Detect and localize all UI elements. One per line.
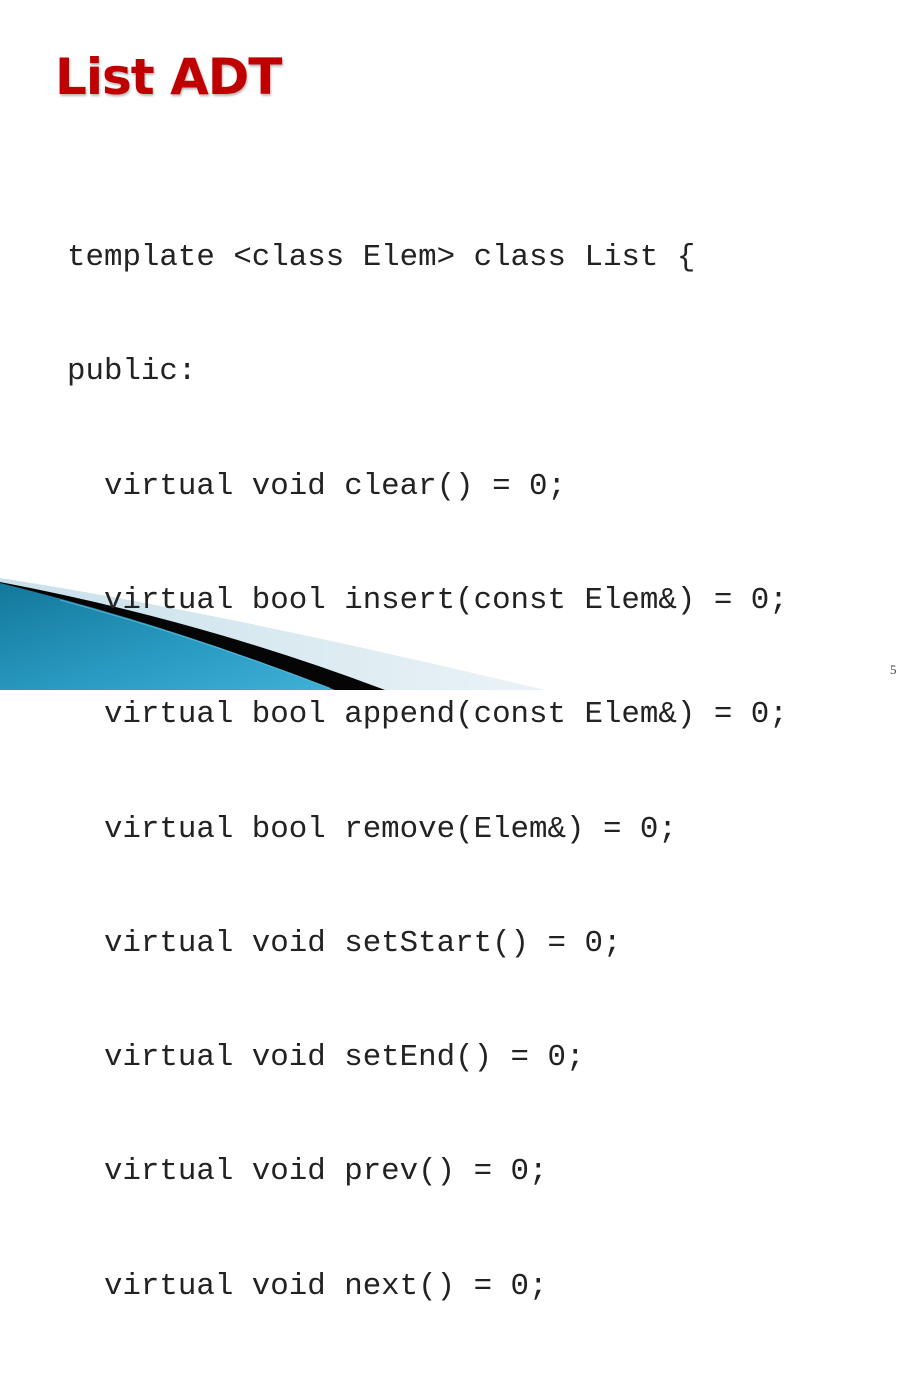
- code-line: virtual void prev() = 0;: [67, 1154, 548, 1190]
- code-line: virtual void setEnd() = 0;: [67, 1040, 585, 1076]
- slide: List ADT template <class Elem> class Lis…: [0, 0, 920, 1304]
- code-line: virtual bool append(const Elem&) = 0;: [67, 697, 788, 733]
- code-line: virtual void setStart() = 0;: [67, 925, 622, 961]
- code-line: public:: [67, 354, 197, 390]
- code-block: template <class Elem> class List { publi…: [67, 163, 788, 1380]
- code-line: template <class Elem> class List {: [67, 240, 696, 276]
- code-line: virtual bool insert(const Elem&) = 0;: [67, 583, 788, 619]
- page-number: 5: [890, 662, 897, 677]
- code-line: virtual void clear() = 0;: [67, 468, 566, 504]
- code-line: virtual bool remove(Elem&) = 0;: [67, 811, 677, 847]
- slide-title: List ADT: [55, 48, 282, 106]
- code-line: virtual void next() = 0;: [67, 1268, 548, 1304]
